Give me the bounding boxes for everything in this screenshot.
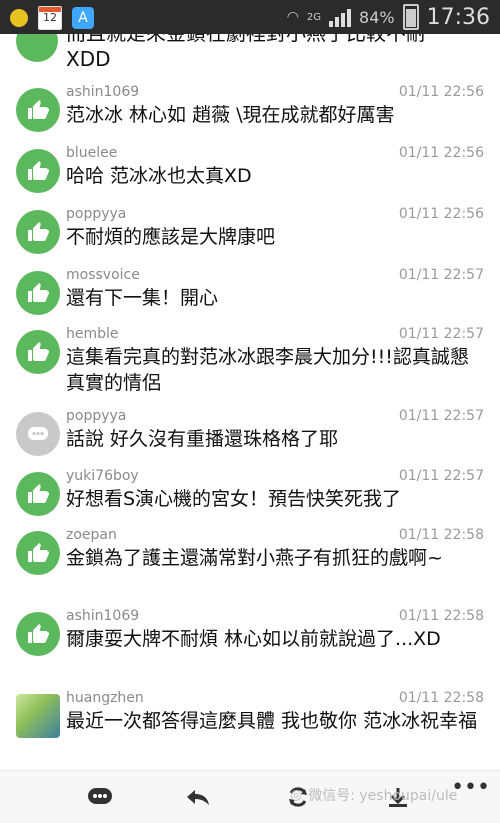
comment-time: 01/11 22:56 (398, 84, 484, 100)
comment-user: mossvoice (66, 267, 140, 283)
comment-time: 01/11 22:57 (398, 468, 484, 484)
like-avatar-icon (16, 149, 60, 193)
comment-time: 01/11 22:56 (398, 206, 484, 222)
status-left: 12 A (10, 6, 94, 30)
comment-text: 金鎖為了護主還滿常對小燕子有抓狂的戲啊~ (66, 547, 443, 569)
comment-text: 還有下一集！開心 (66, 287, 219, 309)
chat-avatar-icon (16, 412, 60, 456)
comment-text: 爾康耍大牌不耐煩 林心如以前就說過了...XD (66, 628, 441, 650)
user-avatar (16, 694, 60, 738)
avatar (16, 34, 58, 62)
comment-list[interactable]: 而且就是來金鎖在劇裡對小燕子比較不耐 XDD ashin1069 01/11 2… (0, 34, 500, 764)
wechat-icon: ◎ (290, 787, 303, 803)
bottom-toolbar: ◎ 微信号: yeshoupai/ule ••• (0, 770, 500, 823)
comment-icon[interactable] (82, 781, 118, 813)
like-avatar-icon (16, 531, 60, 575)
like-avatar-icon (16, 88, 60, 132)
comment-text: 哈哈 范冰冰也太真XD (66, 165, 252, 187)
like-avatar-icon (16, 330, 60, 374)
comment-time: 01/11 22:57 (398, 326, 484, 342)
comment-user: poppyya (66, 408, 127, 424)
comment-user: ashin1069 (66, 608, 140, 624)
comment-text: 這集看完真的對范冰冰跟李晨大加分!!!認真誠懇真實的情侶 (66, 346, 469, 394)
comment-user: zoepan (66, 527, 117, 543)
weather-sun-icon (10, 9, 28, 27)
status-bar: 12 A ◠ 2G 84% 17:36 (0, 0, 500, 34)
comment-text: 好想看S演心機的宮女！預告快笑死我了 (66, 488, 402, 510)
comment-text: 話說 好久沒有重播還珠格格了耶 (66, 428, 339, 450)
comment-user: bluelee (66, 145, 118, 161)
like-avatar-icon (16, 472, 60, 516)
signal-icon (329, 7, 352, 27)
calendar-icon: 12 (38, 6, 62, 30)
comment-text: 最近一次都答得這麼具體 我也敬你 范冰冰祝幸福 (66, 710, 478, 732)
comment-time: 01/11 22:58 (398, 527, 484, 543)
comment-text: 范冰冰 林心如 趙薇 \現在成就都好厲害 (66, 104, 395, 126)
battery-icon (402, 4, 419, 30)
network-type: 2G (306, 11, 322, 23)
status-time: 17:36 (426, 4, 490, 30)
comment-time: 01/11 22:56 (398, 145, 484, 161)
like-avatar-icon (16, 210, 60, 254)
status-right: ◠ 2G 84% 17:36 (287, 4, 490, 30)
partial-comment: 而且就是來金鎖在劇裡對小燕子比較不耐 XDD (66, 34, 426, 71)
wifi-icon: ◠ (286, 9, 299, 25)
comment-time: 01/11 22:57 (398, 408, 484, 424)
more-menu-button[interactable]: ••• (451, 775, 490, 800)
comment-text: 不耐煩的應該是大牌康吧 (66, 226, 276, 248)
comment-user: huangzhen (66, 690, 144, 706)
battery-percent: 84% (359, 7, 395, 27)
comment-user: poppyya (66, 206, 127, 222)
comment-time: 01/11 22:57 (398, 267, 484, 283)
like-avatar-icon (16, 271, 60, 315)
comment-time: 01/11 22:58 (398, 608, 484, 624)
shield-app-icon: A (72, 7, 94, 29)
like-avatar-icon (16, 612, 60, 656)
comment-time: 01/11 22:58 (398, 690, 484, 706)
watermark: ◎ 微信号: yeshoupai/ule (290, 787, 458, 804)
reply-icon[interactable] (180, 781, 216, 813)
comment-user: hemble (66, 326, 119, 342)
comment-user: yuki76boy (66, 468, 139, 484)
comment-user: ashin1069 (66, 84, 140, 100)
